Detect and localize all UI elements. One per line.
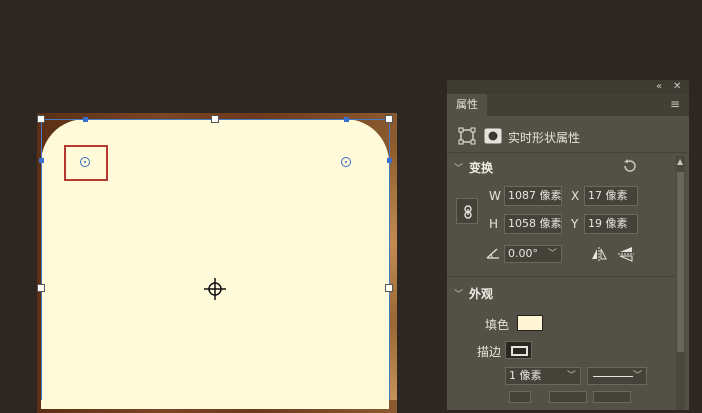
handle-middle-left[interactable] bbox=[37, 284, 45, 292]
angle-input[interactable]: 0.00° ﹀ bbox=[504, 245, 562, 263]
fill-label: 填色 bbox=[485, 318, 510, 332]
y-label: Y bbox=[571, 217, 579, 231]
anchor-point[interactable] bbox=[344, 117, 349, 122]
tab-properties[interactable]: 属性 bbox=[447, 94, 487, 116]
panel-scrollbar-thumb[interactable] bbox=[677, 172, 684, 352]
angle-icon bbox=[486, 248, 499, 259]
mask-icon[interactable] bbox=[484, 128, 502, 144]
collapse-panel-button[interactable]: « bbox=[656, 80, 670, 94]
crosshair-icon[interactable] bbox=[204, 278, 226, 300]
x-label: X bbox=[571, 189, 580, 203]
anchor-point[interactable] bbox=[387, 158, 392, 163]
fill-color-swatch[interactable] bbox=[517, 315, 543, 331]
reset-icon[interactable] bbox=[622, 158, 638, 174]
stroke-cap-dropdown[interactable] bbox=[549, 391, 587, 403]
x-input[interactable]: 17 像素 bbox=[584, 186, 638, 206]
handle-top-left[interactable] bbox=[37, 115, 45, 123]
highlight-box bbox=[64, 145, 108, 181]
anchor-point[interactable] bbox=[83, 117, 88, 122]
divider bbox=[447, 152, 689, 153]
chevron-down-icon[interactable]: ﹀ bbox=[633, 368, 642, 384]
scroll-up-icon[interactable]: ▲ bbox=[677, 157, 683, 166]
panel-title-bar bbox=[447, 80, 689, 94]
angle-value: 0.00° bbox=[508, 247, 538, 260]
panel-menu-button[interactable]: ≡ bbox=[670, 97, 684, 111]
handle-top-center[interactable] bbox=[211, 115, 219, 123]
anchor-point[interactable] bbox=[39, 158, 44, 163]
width-label: W bbox=[489, 189, 501, 203]
handle-middle-right[interactable] bbox=[385, 284, 393, 292]
y-input[interactable]: 19 像素 bbox=[584, 214, 638, 234]
height-label: H bbox=[489, 217, 499, 231]
shape-bounds-icon[interactable] bbox=[458, 127, 476, 145]
link-dimensions-button[interactable] bbox=[456, 198, 478, 224]
corner-radius-widget[interactable] bbox=[341, 157, 351, 167]
stroke-preview bbox=[511, 346, 528, 356]
flip-vertical-icon[interactable] bbox=[617, 245, 635, 263]
chevron-down-icon[interactable]: ﹀ bbox=[454, 287, 463, 300]
transform-section-title[interactable]: 变换 bbox=[469, 159, 493, 176]
link-icon bbox=[464, 205, 472, 219]
stroke-label: 描边 bbox=[477, 345, 502, 359]
stroke-align-button[interactable] bbox=[509, 391, 531, 403]
divider bbox=[447, 276, 675, 277]
stroke-width-value: 1 像素 bbox=[509, 369, 542, 382]
height-input[interactable]: 1058 像素 bbox=[504, 214, 562, 234]
chevron-down-icon[interactable]: ﹀ bbox=[567, 368, 576, 384]
line-style-preview bbox=[593, 376, 633, 377]
stroke-type-dropdown[interactable]: ﹀ bbox=[587, 367, 647, 385]
stroke-width-dropdown[interactable]: 1 像素 ﹀ bbox=[505, 367, 581, 385]
close-panel-button[interactable]: ✕ bbox=[673, 80, 687, 94]
stroke-color-swatch[interactable] bbox=[505, 341, 532, 359]
appearance-section-title[interactable]: 外观 bbox=[469, 285, 493, 302]
chevron-down-icon[interactable]: ﹀ bbox=[548, 246, 557, 262]
flip-horizontal-icon[interactable] bbox=[590, 246, 608, 262]
chevron-down-icon[interactable]: ﹀ bbox=[454, 161, 463, 174]
stroke-corner-dropdown[interactable] bbox=[593, 391, 631, 403]
width-input[interactable]: 1087 像素 bbox=[504, 186, 562, 206]
wood-grain-edge bbox=[389, 140, 397, 400]
live-shape-properties-label: 实时形状属性 bbox=[508, 131, 581, 145]
handle-top-right[interactable] bbox=[385, 115, 393, 123]
